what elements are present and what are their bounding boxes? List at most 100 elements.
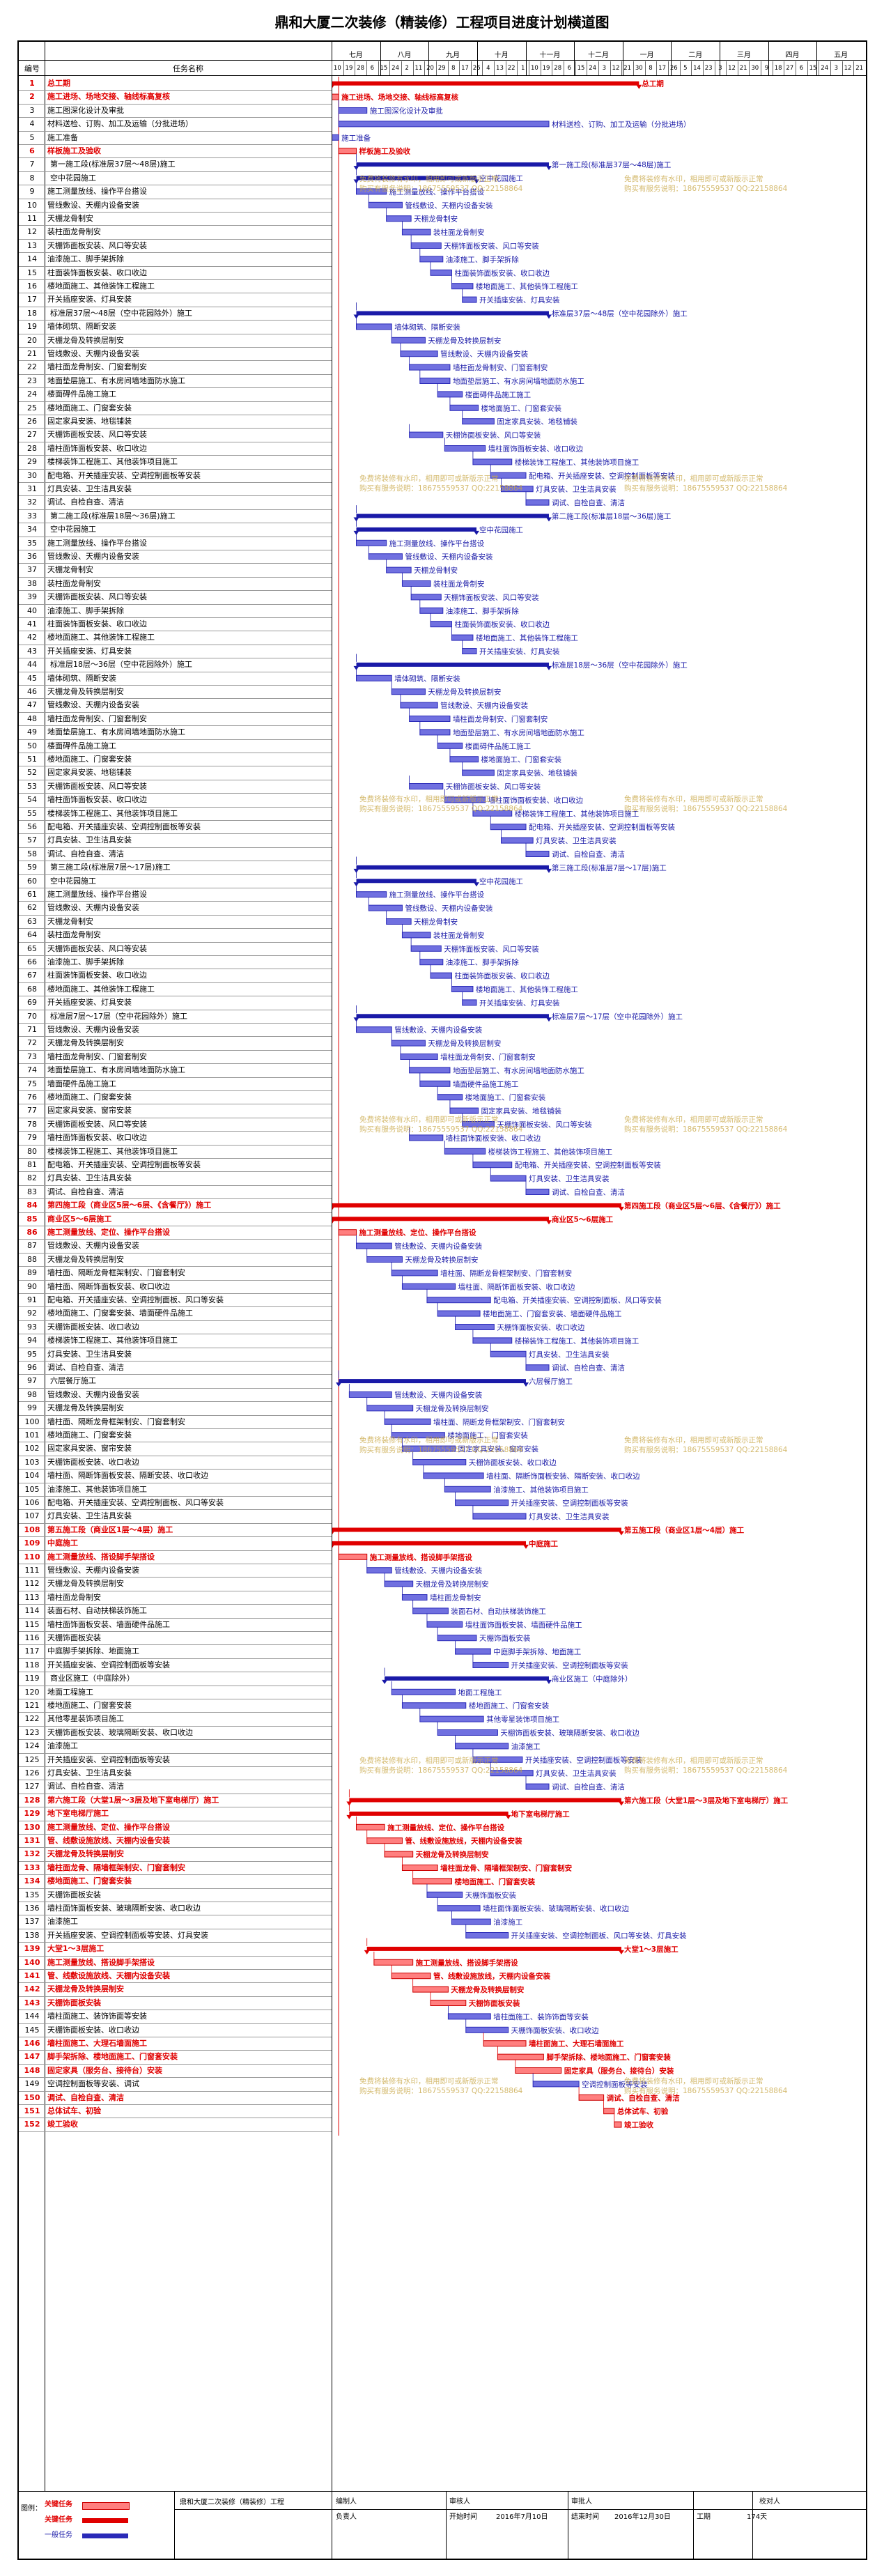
tick-divider bbox=[691, 61, 692, 75]
task-name: 地下室电梯厅施工 bbox=[47, 1809, 109, 1819]
task-name: 楼地面施工、门窗套安装 bbox=[47, 1093, 132, 1102]
task-bar bbox=[437, 1905, 481, 1912]
task-bar-label: 总工期 bbox=[642, 79, 664, 88]
row-line bbox=[19, 2023, 332, 2024]
task-bar-label: 墙柱面饰面板安装、玻璃隔断安装、收口收边 bbox=[483, 1904, 629, 1913]
task-name: 天棚龙骨制安 bbox=[47, 565, 93, 575]
task-number: 29 bbox=[27, 457, 37, 467]
task-name: 施工测量放线、定位、操作平台搭设 bbox=[47, 1228, 170, 1237]
task-number: 6 bbox=[29, 146, 35, 155]
task-name: 竣工验收 bbox=[47, 2120, 78, 2129]
task-bar bbox=[455, 1648, 491, 1655]
task-name: 天棚饰面板安装、风口等安装 bbox=[47, 1119, 147, 1129]
task-number: 41 bbox=[27, 619, 37, 628]
task-bar bbox=[614, 2121, 622, 2128]
summary-bar-end-cap bbox=[618, 1531, 624, 1536]
task-bar bbox=[437, 391, 463, 398]
day-tick: 9 bbox=[764, 65, 769, 72]
task-number: 90 bbox=[27, 1281, 37, 1291]
day-tick: 30 bbox=[635, 65, 643, 72]
watermark-text: 免费将装修有水印，相用即可或新版示正常 bbox=[359, 1115, 499, 1124]
task-bar-label: 开关插座安装、空调控制面板等安装 bbox=[511, 1499, 628, 1508]
day-tick: 1 bbox=[521, 65, 525, 72]
task-bar bbox=[455, 1324, 495, 1330]
task-number: 48 bbox=[27, 714, 37, 723]
row-line bbox=[19, 157, 332, 159]
day-tick: 21 bbox=[739, 65, 747, 72]
summary-bar bbox=[349, 1811, 509, 1816]
header-num: 编号 bbox=[24, 64, 40, 73]
task-number: 150 bbox=[24, 2092, 40, 2102]
row-line bbox=[19, 1752, 332, 1754]
task-bar bbox=[400, 702, 438, 709]
day-tick: 18 bbox=[774, 65, 782, 72]
row-line bbox=[19, 806, 332, 808]
task-name: 样板施工及验收 bbox=[47, 146, 101, 155]
task-name: 楼地面施工、其他装饰工程施工 bbox=[47, 633, 155, 642]
task-number: 86 bbox=[26, 1228, 38, 1237]
task-bar bbox=[497, 2053, 544, 2060]
task-name: 装柱面龙骨制安 bbox=[47, 930, 101, 940]
tick-divider bbox=[470, 61, 472, 75]
task-name: 墙柱面龙骨、隔墙框架制安、门窗套制安 bbox=[47, 1862, 185, 1872]
task-bar-label: 天棚饰面板安装、风口等安装 bbox=[444, 242, 539, 251]
task-bar-label: 装面石材、自动扶梯装饰施工 bbox=[451, 1607, 546, 1616]
task-name: 总体试车、初验 bbox=[47, 2106, 101, 2115]
task-name: 其他零星装饰项目施工 bbox=[47, 1714, 124, 1724]
row-line bbox=[19, 1428, 332, 1429]
task-bar-label: 管线敷设、天棚内设备安装 bbox=[440, 350, 528, 359]
summary-bar-end-cap bbox=[636, 84, 642, 89]
watermark-text: 免费将装修有水印，相用即可或新版示正常 bbox=[624, 174, 763, 183]
task-bar-label: 装柱面龙骨制安 bbox=[433, 580, 485, 589]
watermark-text: 免费将装修有水印，相用即可或新版示正常 bbox=[624, 1756, 763, 1765]
task-bar-label: 楼梯装饰工程施工、其他装饰项目施工 bbox=[488, 1147, 613, 1156]
task-bar-label: 第三施工段(标准层7层～17层)施工 bbox=[552, 863, 667, 872]
row-line bbox=[19, 482, 332, 483]
summary-bar bbox=[349, 1798, 621, 1803]
task-name: 天棚饰面板安装、风口等安装 bbox=[47, 781, 147, 791]
task-name: 灯具安装、卫生洁具安装 bbox=[47, 1511, 132, 1521]
task-bar bbox=[465, 2026, 509, 2033]
day-tick: 21 bbox=[855, 65, 864, 72]
task-number: 125 bbox=[24, 1754, 40, 1764]
task-bar-label: 灯具安装、卫生洁具安装 bbox=[529, 1512, 610, 1521]
task-name: 调试、自检自查、清洁 bbox=[47, 2092, 124, 2102]
watermark-text: 购买有服务说明：18675559537 QQ:22158864 bbox=[359, 1445, 523, 1454]
summary-bar-start-cap bbox=[336, 1382, 342, 1387]
row-line bbox=[19, 1387, 332, 1389]
task-number: 132 bbox=[24, 1849, 40, 1859]
task-number: 119 bbox=[24, 1674, 40, 1683]
task-bar bbox=[338, 1553, 368, 1560]
footer-vline bbox=[752, 2491, 753, 2559]
task-name: 开关插座安装、灯具安装 bbox=[47, 295, 132, 304]
day-tick: 17 bbox=[658, 65, 666, 72]
task-name: 灯具安装、卫生洁具安装 bbox=[47, 1349, 132, 1359]
task-bar bbox=[449, 404, 479, 411]
watermark-text: 购买有服务说明：18675559537 QQ:22158864 bbox=[359, 1766, 523, 1775]
summary-bar-end-cap bbox=[545, 1220, 552, 1225]
task-number: 84 bbox=[26, 1201, 38, 1210]
month-divider bbox=[428, 42, 430, 75]
task-bar-label: 柱面装饰面板安装、收口收边 bbox=[454, 971, 550, 980]
task-number: 36 bbox=[27, 552, 37, 561]
task-bar bbox=[391, 688, 426, 695]
task-number: 87 bbox=[27, 1241, 37, 1251]
day-tick: 8 bbox=[451, 65, 456, 72]
task-number: 113 bbox=[24, 1592, 40, 1602]
task-number: 24 bbox=[27, 390, 37, 399]
task-number: 123 bbox=[24, 1727, 40, 1737]
task-number: 77 bbox=[27, 1106, 37, 1116]
watermark-text: 购买有服务说明：18675559537 QQ:22158864 bbox=[359, 1125, 523, 1134]
task-bar-label: 油漆施工 bbox=[511, 1742, 541, 1751]
task-name: 开关插座安装、灯具安装 bbox=[47, 998, 132, 1008]
task-name: 地面工程施工 bbox=[47, 1687, 93, 1697]
task-name: 管线敷设、天棚内设备安装 bbox=[47, 1241, 139, 1251]
task-number: 114 bbox=[24, 1606, 40, 1616]
task-number: 105 bbox=[24, 1484, 40, 1494]
task-name: 第一施工段(标准层37层～48层)施工 bbox=[50, 160, 176, 169]
day-tick: 17 bbox=[461, 65, 469, 72]
day-tick: 12 bbox=[844, 65, 852, 72]
task-name: 天棚龙骨制安 bbox=[47, 916, 93, 926]
task-name: 开关插座安装、空调控制面板等安装、灯具安装 bbox=[47, 1930, 208, 1940]
task-number: 120 bbox=[24, 1687, 40, 1697]
